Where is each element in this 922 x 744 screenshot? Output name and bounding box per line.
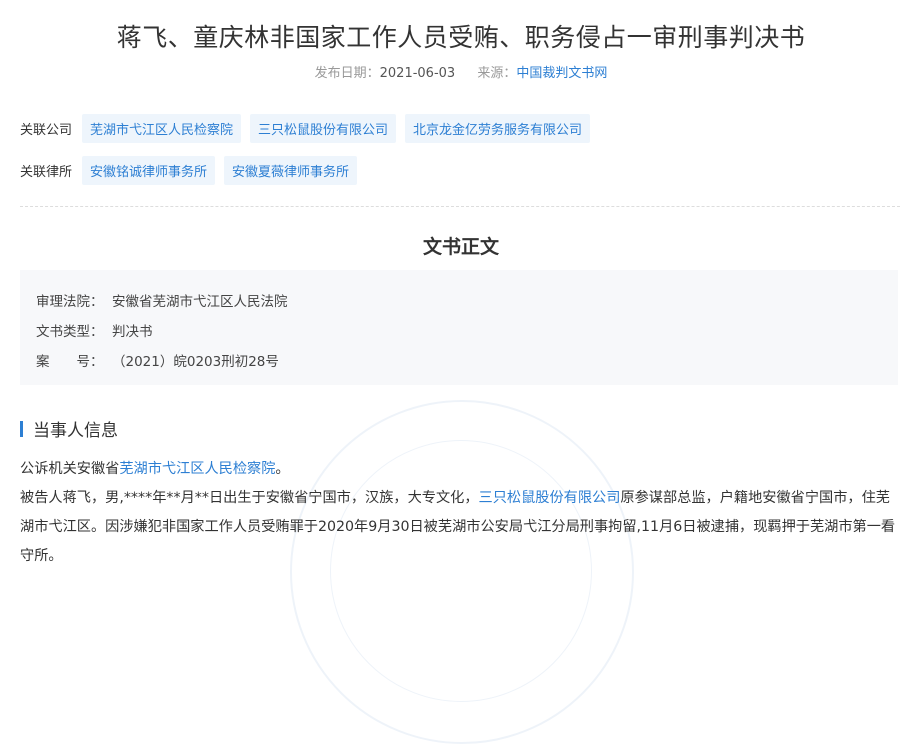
company-tag[interactable]: 三只松鼠股份有限公司 [250, 114, 397, 143]
prosecutor-text: 公诉机关安徽省 [20, 461, 120, 477]
source-label: 来源： [477, 66, 517, 81]
court-line: 审理法院： 安徽省芜湖市弋江区人民法院 [36, 290, 288, 310]
related-lawfirms-label: 关联律所 [20, 165, 73, 180]
type-label: 文书类型： [36, 324, 104, 340]
party-info-heading: 当事人信息 [20, 416, 118, 441]
company-tag[interactable]: 北京龙金亿劳务服务有限公司 [405, 114, 591, 143]
case-no-value: （2021）皖0203刑初28号 [112, 354, 279, 370]
related-companies-row: 关联公司 芜湖市弋江区人民检察院 三只松鼠股份有限公司 北京龙金亿劳务服务有限公… [20, 114, 599, 143]
prosecutor-paragraph: 公诉机关安徽省芜湖市弋江区人民检察院。 [20, 455, 900, 484]
document-title: 蒋飞、童庆林非国家工作人员受贿、职务侵占一审刑事判决书 [116, 23, 806, 52]
type-value: 判决书 [112, 324, 153, 340]
section-divider [20, 206, 900, 207]
party-info-body: 公诉机关安徽省芜湖市弋江区人民检察院。 被告人蒋飞，男,****年**月**日出… [20, 455, 900, 571]
defendant-paragraph: 被告人蒋飞，男,****年**月**日出生于安徽省宁国市，汉族，大专文化，三只松… [20, 484, 900, 571]
lawfirm-tag[interactable]: 安徽夏薇律师事务所 [224, 156, 358, 185]
case-no-label: 案 号： [36, 354, 104, 370]
section-title: 文书正文 [422, 236, 499, 258]
date-label: 发布日期： [314, 66, 380, 81]
employer-link[interactable]: 三只松鼠股份有限公司 [479, 490, 621, 506]
court-label: 审理法院： [36, 294, 104, 310]
lawfirm-tag[interactable]: 安徽铭诚律师事务所 [82, 156, 216, 185]
heading-accent-bar [20, 420, 23, 437]
related-companies-label: 关联公司 [20, 123, 73, 138]
related-lawfirms-row: 关联律所 安徽铭诚律师事务所 安徽夏薇律师事务所 [20, 156, 366, 185]
type-line: 文书类型： 判决书 [36, 320, 153, 340]
source-link[interactable]: 中国裁判文书网 [516, 66, 607, 81]
prosecutor-link[interactable]: 芜湖市弋江区人民检察院 [119, 461, 275, 477]
prosecutor-text-end: 。 [275, 461, 290, 477]
party-heading-text: 当事人信息 [33, 421, 118, 441]
case-info-box: 审理法院： 安徽省芜湖市弋江区人民法院 文书类型： 判决书 案 号： （2021）皖0… [20, 270, 898, 385]
publish-date: 2021-06-03 [379, 66, 456, 81]
document-page: 蒋飞、童庆林非国家工作人员受贿、职务侵占一审刑事判决书 发布日期：2021-06… [0, 0, 922, 744]
document-meta: 发布日期：2021-06-03 来源：中国裁判文书网 [0, 62, 922, 81]
case-no-line: 案 号： （2021）皖0203刑初28号 [36, 350, 279, 370]
defendant-text: 被告人蒋飞，男,****年**月**日出生于安徽省宁国市，汉族，大专文化， [20, 490, 479, 506]
company-tag[interactable]: 芜湖市弋江区人民检察院 [82, 114, 242, 143]
court-value: 安徽省芜湖市弋江区人民法院 [112, 294, 288, 310]
